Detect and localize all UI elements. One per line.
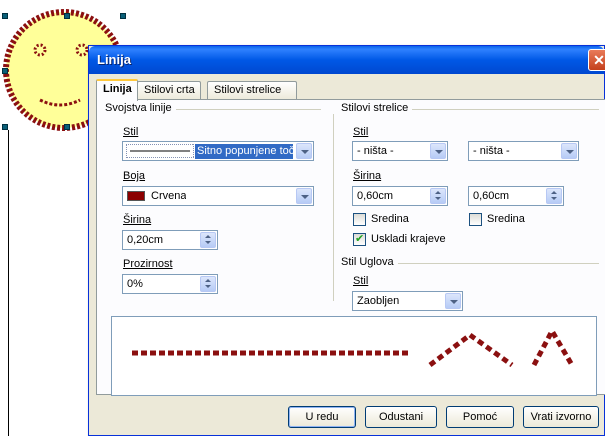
line-style-preview bbox=[126, 144, 194, 158]
color-swatch bbox=[127, 191, 145, 201]
selection-handle[interactable] bbox=[120, 13, 126, 19]
line-preview bbox=[111, 316, 597, 396]
arrow-start-value: - ništa - bbox=[357, 145, 394, 157]
color-select[interactable]: Crvena bbox=[122, 186, 314, 206]
transparency-spinner[interactable]: 0% bbox=[122, 274, 218, 294]
chevron-down-icon[interactable] bbox=[445, 293, 461, 309]
corner-style-select[interactable]: Zaobljen bbox=[352, 291, 463, 311]
chevron-down-icon[interactable] bbox=[430, 143, 446, 159]
tab-line[interactable]: Linija bbox=[96, 79, 138, 101]
chevron-down-icon[interactable] bbox=[296, 143, 312, 159]
line-style-value: Sitno popunjene točki bbox=[195, 144, 293, 159]
start-center-label: Sredina bbox=[371, 213, 409, 225]
line-preview-drawing bbox=[132, 328, 575, 368]
chevron-down-icon[interactable] bbox=[561, 143, 577, 159]
arrow-start-select[interactable]: - ništa - bbox=[352, 141, 448, 161]
spinner-arrows-icon[interactable] bbox=[546, 188, 562, 204]
selection-handle[interactable] bbox=[64, 13, 70, 19]
spinner-arrows-icon[interactable] bbox=[430, 188, 446, 204]
width-label: Širina bbox=[123, 214, 152, 226]
chevron-down-icon[interactable] bbox=[296, 188, 312, 204]
close-button[interactable]: ✕ bbox=[588, 49, 605, 71]
page-margin-line bbox=[8, 130, 9, 436]
line-properties-title: Svojstva linije bbox=[105, 102, 176, 114]
dialog-title: Linija bbox=[97, 52, 131, 67]
color-label: Boja bbox=[123, 170, 146, 182]
vertical-divider bbox=[333, 114, 334, 301]
tab-line-styles[interactable]: Stilovi crta bbox=[137, 81, 201, 100]
corner-style-title: Stil Uglova bbox=[341, 256, 398, 268]
end-center-checkbox[interactable]: Sredina bbox=[469, 213, 559, 227]
checkmark-icon[interactable] bbox=[353, 232, 366, 246]
arrow-end-select[interactable]: - ništa - bbox=[468, 141, 579, 161]
sync-ends-label: Uskladi krajeve bbox=[371, 233, 446, 245]
transparency-value: 0% bbox=[127, 278, 143, 290]
selection-handle[interactable] bbox=[2, 13, 8, 19]
close-icon: ✕ bbox=[593, 52, 605, 68]
tab-arrow-styles[interactable]: Stilovi strelice bbox=[207, 81, 297, 100]
arrow-end-width-spinner[interactable]: 0,60cm bbox=[468, 186, 564, 206]
arrow-style-label: Stil bbox=[353, 126, 369, 138]
checkbox-box[interactable] bbox=[353, 213, 366, 226]
cancel-button[interactable]: Odustani bbox=[365, 406, 437, 428]
corner-style-label: Stil bbox=[353, 275, 369, 287]
end-center-label: Sredina bbox=[487, 213, 525, 225]
spinner-arrows-icon[interactable] bbox=[200, 232, 216, 248]
help-button[interactable]: Pomoć bbox=[446, 406, 514, 428]
line-dialog: Linija ✕ Linija Stilovi crta Stilovi str… bbox=[88, 45, 605, 436]
line-style-label: Stil bbox=[123, 126, 139, 138]
sync-ends-checkbox[interactable]: Uskladi krajeve bbox=[353, 232, 483, 247]
title-bar[interactable]: Linija ✕ bbox=[89, 46, 605, 74]
width-spinner[interactable]: 0,20cm bbox=[122, 230, 218, 250]
arrow-width-label: Širina bbox=[353, 170, 382, 182]
arrow-end-width-value: 0,60cm bbox=[473, 190, 510, 202]
arrow-end-value: - ništa - bbox=[473, 145, 510, 157]
selection-handle[interactable] bbox=[2, 68, 8, 74]
start-center-checkbox[interactable]: Sredina bbox=[353, 213, 443, 227]
width-value: 0,20cm bbox=[127, 234, 164, 246]
ok-button[interactable]: U redu bbox=[288, 406, 356, 428]
color-value: Crvena bbox=[151, 190, 187, 202]
spinner-arrows-icon[interactable] bbox=[200, 276, 216, 292]
arrow-start-width-spinner[interactable]: 0,60cm bbox=[352, 186, 448, 206]
arrow-start-width-value: 0,60cm bbox=[357, 190, 394, 202]
line-style-select[interactable]: Sitno popunjene točki bbox=[122, 141, 314, 161]
arrow-styles-title: Stilovi strelice bbox=[341, 102, 413, 114]
reset-button[interactable]: Vrati izvorno bbox=[523, 406, 599, 428]
selection-handle[interactable] bbox=[64, 124, 70, 130]
corner-style-value: Zaobljen bbox=[357, 295, 400, 307]
checkbox-box[interactable] bbox=[469, 213, 482, 226]
transparency-label: Prozirnost bbox=[123, 258, 173, 270]
